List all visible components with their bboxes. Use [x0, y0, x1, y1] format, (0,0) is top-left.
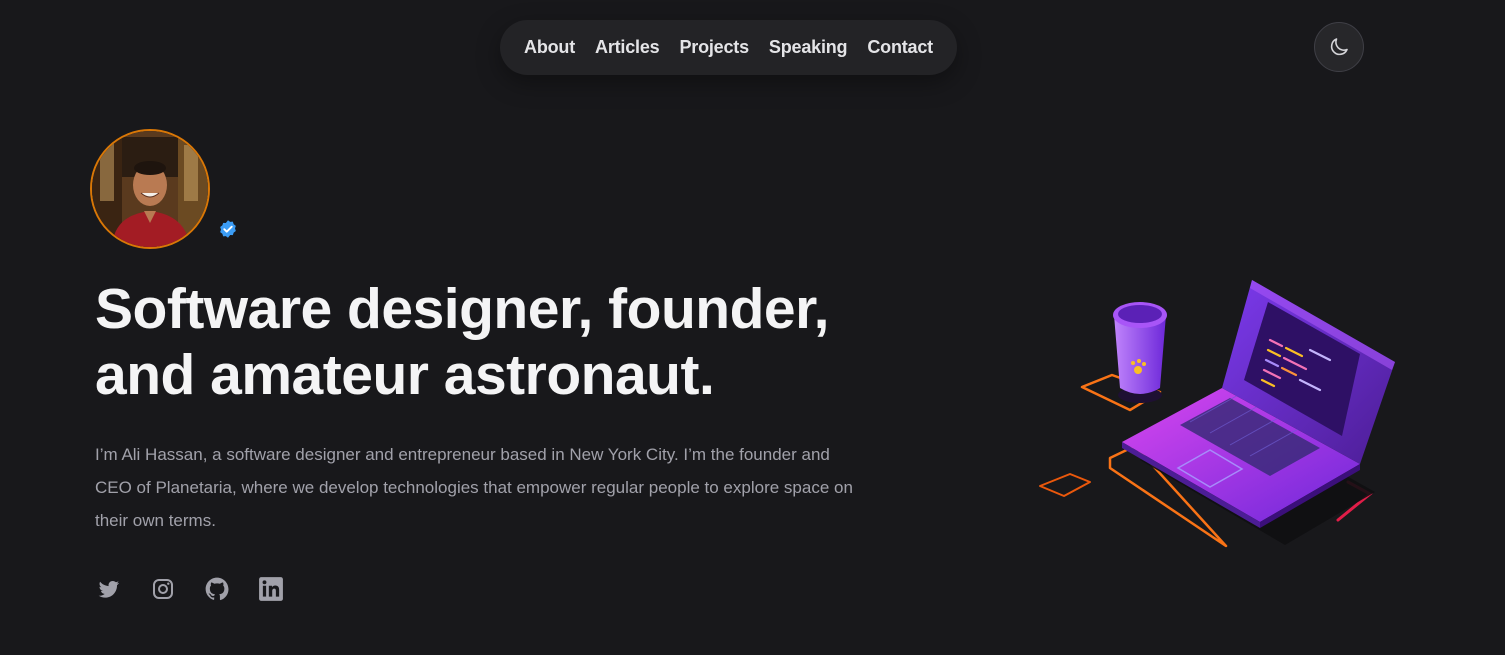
headline-line-1: Software designer, founder,	[95, 277, 830, 341]
main-nav: About Articles Projects Speaking Contact	[500, 20, 957, 75]
page-title: Software designer, founder, and amateur …	[95, 276, 895, 408]
verified-badge-icon	[220, 220, 236, 238]
theme-toggle-button[interactable]	[1314, 22, 1364, 72]
instagram-icon	[153, 579, 173, 599]
nav-contact[interactable]: Contact	[867, 37, 933, 58]
avatar-container	[90, 129, 210, 249]
avatar	[90, 129, 210, 249]
bio-text: I’m Ali Hassan, a software designer and …	[95, 445, 853, 530]
twitter-link[interactable]	[95, 575, 123, 603]
laptop-coffee-illustration	[1039, 280, 1395, 548]
headline-line-2: and amateur astronaut.	[95, 343, 715, 407]
linkedin-icon	[259, 577, 283, 601]
social-links	[95, 575, 285, 603]
nav-articles[interactable]: Articles	[595, 37, 660, 58]
nav-speaking[interactable]: Speaking	[769, 37, 848, 58]
instagram-link[interactable]	[149, 575, 177, 603]
moon-icon	[1330, 38, 1348, 56]
linkedin-link[interactable]	[257, 575, 285, 603]
github-link[interactable]	[203, 575, 231, 603]
nav-projects[interactable]: Projects	[679, 37, 749, 58]
twitter-icon	[98, 580, 119, 598]
nav-about[interactable]: About	[524, 37, 575, 58]
github-icon	[205, 577, 229, 601]
